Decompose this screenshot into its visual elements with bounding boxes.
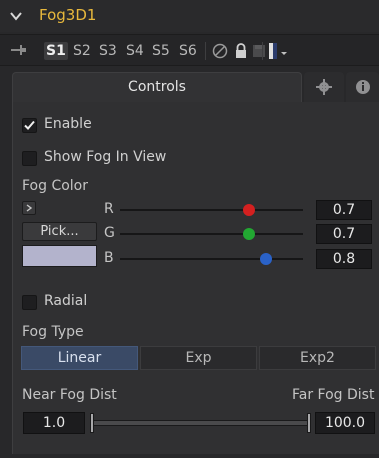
channel-g-slider[interactable] bbox=[120, 233, 303, 235]
node-header: Fog3D1 bbox=[0, 0, 379, 32]
gear-icon bbox=[316, 79, 332, 95]
chevron-down-icon[interactable] bbox=[9, 9, 23, 23]
fog-color-preview[interactable] bbox=[22, 245, 97, 267]
enable-checkbox[interactable] bbox=[22, 118, 37, 133]
fog-distance-range-slider[interactable] bbox=[91, 420, 310, 426]
radial-label: Radial bbox=[44, 293, 88, 309]
version-s4-button[interactable]: S4 bbox=[124, 42, 146, 60]
version-s6-button[interactable]: S6 bbox=[177, 42, 199, 60]
tab-controls[interactable]: Controls bbox=[12, 72, 302, 102]
fog-type-exp2-button[interactable]: Exp2 bbox=[259, 346, 376, 370]
fog-type-linear-button[interactable]: Linear bbox=[21, 346, 138, 370]
save-icon[interactable] bbox=[250, 42, 268, 60]
show-fog-label: Show Fog In View bbox=[44, 149, 167, 165]
channel-r-value[interactable]: 0.7 bbox=[316, 200, 372, 220]
near-fog-dist-input[interactable]: 1.0 bbox=[23, 412, 85, 434]
tab-settings[interactable] bbox=[304, 72, 344, 102]
version-s3-button[interactable]: S3 bbox=[97, 42, 119, 60]
pin-icon[interactable] bbox=[11, 43, 27, 57]
channel-g-value[interactable]: 0.7 bbox=[316, 224, 372, 244]
channel-g-label: G bbox=[104, 225, 115, 241]
fog-type-label: Fog Type bbox=[22, 324, 84, 340]
chevron-right-icon bbox=[26, 204, 33, 212]
range-handle-near[interactable] bbox=[90, 413, 94, 433]
tab-bar: Controls bbox=[0, 72, 379, 102]
fog-type-exp-button[interactable]: Exp bbox=[140, 346, 257, 370]
divider bbox=[205, 42, 206, 60]
channel-r-label: R bbox=[104, 201, 114, 217]
color-swatch-dropdown[interactable] bbox=[269, 43, 289, 59]
lock-icon[interactable] bbox=[232, 42, 250, 60]
expand-color-button[interactable] bbox=[22, 201, 36, 215]
node-title: Fog3D1 bbox=[39, 6, 97, 24]
channel-b-slider[interactable] bbox=[120, 258, 303, 260]
pick-color-button[interactable]: Pick... bbox=[22, 222, 97, 241]
version-bar: S1 S2 S3 S4 S5 S6 bbox=[0, 34, 379, 66]
divider bbox=[262, 42, 263, 60]
enable-label: Enable bbox=[44, 116, 92, 132]
far-fog-dist-label: Far Fog Dist bbox=[292, 387, 375, 403]
near-fog-dist-label: Near Fog Dist bbox=[22, 387, 117, 403]
channel-g-knob[interactable] bbox=[243, 228, 255, 240]
tab-info[interactable] bbox=[346, 72, 379, 102]
channel-b-label: B bbox=[104, 250, 114, 266]
checkmark-icon bbox=[24, 120, 35, 130]
channel-b-value[interactable]: 0.8 bbox=[316, 249, 372, 269]
channel-r-slider[interactable] bbox=[120, 209, 303, 211]
version-s5-button[interactable]: S5 bbox=[150, 42, 172, 60]
channel-r-knob[interactable] bbox=[243, 204, 255, 216]
version-s2-button[interactable]: S2 bbox=[71, 42, 93, 60]
channel-b-knob[interactable] bbox=[260, 253, 272, 265]
radial-checkbox[interactable] bbox=[22, 295, 37, 310]
far-fog-dist-input[interactable]: 100.0 bbox=[315, 412, 375, 434]
show-fog-checkbox[interactable] bbox=[22, 151, 37, 166]
version-s1-button[interactable]: S1 bbox=[44, 42, 68, 60]
disable-icon[interactable] bbox=[211, 42, 229, 60]
range-handle-far[interactable] bbox=[307, 413, 311, 433]
info-icon bbox=[356, 80, 370, 94]
fog-color-label: Fog Color bbox=[22, 178, 89, 194]
